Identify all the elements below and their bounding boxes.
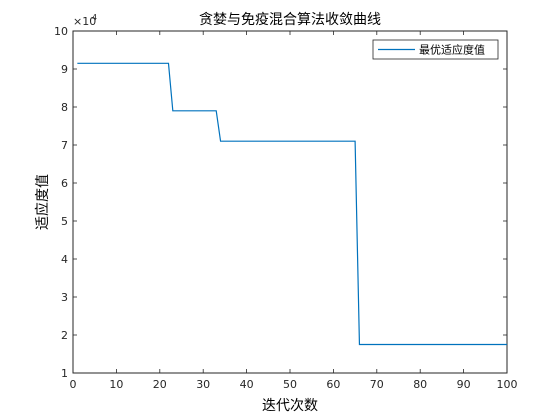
y-tick-label: 6 [61, 177, 68, 190]
plot-area [72, 30, 508, 374]
axes-box [72, 30, 508, 374]
x-tick-label: 70 [370, 378, 384, 391]
figure: 贪婪与免疫混合算法收敛曲线 0 10 20 30 40 50 60 70 80 90 100 1 2 3 4… [0, 0, 560, 420]
y-tick-label: 3 [61, 291, 68, 304]
y-tick-label: 9 [61, 63, 68, 76]
x-tick-label: 40 [240, 378, 254, 391]
x-tick-label: 0 [70, 378, 77, 391]
y-tick-label: 2 [61, 329, 68, 342]
x-tick-label: 10 [109, 378, 123, 391]
exponent-power: 4 [92, 13, 97, 22]
x-tick-label: 20 [153, 378, 167, 391]
y-tick-label: 4 [61, 253, 68, 266]
y-axis-exponent: ×10 4 [73, 13, 97, 28]
legend-label: 最优适应度值 [419, 43, 485, 57]
y-axis-label: 适应度值 [34, 174, 51, 230]
x-tick-label: 30 [196, 378, 210, 391]
x-tick-label: 100 [497, 378, 518, 391]
x-axis-label: 迭代次数 [262, 398, 318, 414]
x-tick-label: 50 [283, 378, 297, 391]
legend: 最优适应度值 [372, 39, 499, 60]
y-tick-label: 5 [61, 215, 68, 228]
chart-title: 贪婪与免疫混合算法收敛曲线 [199, 12, 381, 28]
y-tick-label: 10 [54, 25, 68, 38]
x-tick-label: 80 [413, 378, 427, 391]
x-tick-label: 60 [326, 378, 340, 391]
y-tick-label: 8 [61, 101, 68, 114]
y-tick-label: 1 [61, 367, 68, 380]
x-tick-label: 90 [457, 378, 471, 391]
y-tick-label: 7 [61, 139, 68, 152]
